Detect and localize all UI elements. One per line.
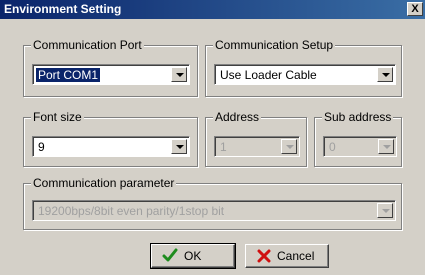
communication-port-group: Communication Port Port COM1 [23, 38, 198, 97]
cancel-button[interactable]: Cancel [245, 244, 329, 268]
communication-parameter-group: Communication parameter 19200bps/8bit ev… [23, 176, 402, 230]
ok-button[interactable]: OK [150, 243, 236, 269]
address-group: Address 1 [205, 110, 307, 167]
address-value: 1 [220, 140, 227, 154]
chevron-down-icon [378, 139, 394, 154]
chevron-down-icon [281, 139, 297, 154]
font-size-group: Font size 9 [23, 110, 198, 167]
ok-label: OK [184, 249, 202, 263]
communication-parameter-value: 19200bps/8bit even parity/1stop bit [38, 204, 225, 218]
font-size-label: Font size [31, 110, 84, 124]
sub-address-label: Sub address [322, 110, 394, 124]
cancel-label: Cancel [277, 249, 315, 263]
communication-parameter-label: Communication parameter [31, 176, 177, 190]
font-size-select[interactable]: 9 [32, 136, 190, 157]
close-button[interactable]: X [407, 2, 423, 16]
address-select: 1 [214, 136, 300, 157]
title-bar: Environment Setting X [0, 0, 425, 19]
communication-setup-label: Communication Setup [213, 38, 336, 52]
font-size-value: 9 [38, 140, 45, 154]
check-icon [162, 248, 178, 262]
communication-port-label: Communication Port [31, 38, 144, 52]
chevron-down-icon[interactable] [377, 67, 393, 82]
communication-port-value: Port COM1 [36, 68, 101, 82]
communication-setup-group: Communication Setup Use Loader Cable [205, 38, 402, 97]
communication-setup-value: Use Loader Cable [220, 68, 317, 82]
window-title: Environment Setting [4, 2, 122, 16]
communication-parameter-select: 19200bps/8bit even parity/1stop bit [32, 200, 396, 221]
x-icon [257, 249, 271, 263]
chevron-down-icon[interactable] [171, 67, 187, 82]
chevron-down-icon [377, 203, 393, 218]
communication-port-select[interactable]: Port COM1 [32, 64, 190, 85]
sub-address-group: Sub address 0 [314, 110, 402, 167]
address-label: Address [213, 110, 262, 124]
communication-setup-select[interactable]: Use Loader Cable [214, 64, 396, 85]
chevron-down-icon[interactable] [171, 139, 187, 154]
sub-address-value: 0 [329, 140, 336, 154]
sub-address-select: 0 [323, 136, 397, 157]
close-icon: X [411, 3, 419, 15]
